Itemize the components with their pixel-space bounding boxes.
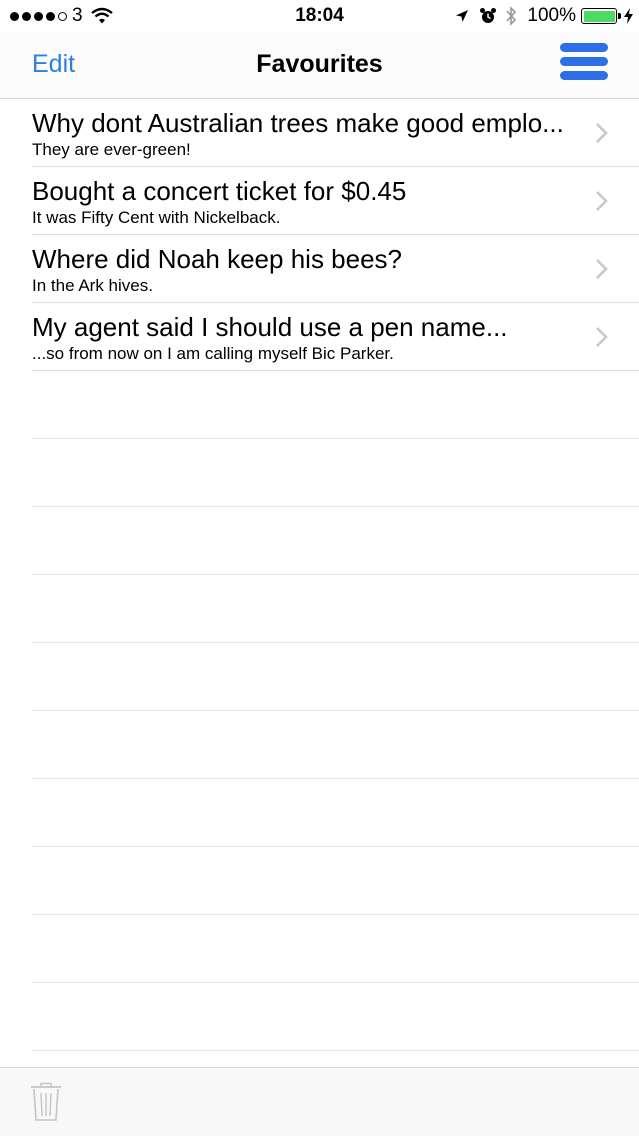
list-item[interactable]: My agent said I should use a pen name...… (32, 303, 639, 371)
empty-row (32, 371, 639, 439)
screen: 3 18:04 100% Edit Favourites Why dont Au… (0, 0, 639, 1136)
empty-row (32, 507, 639, 575)
favourites-list: Why dont Australian trees make good empl… (0, 99, 639, 1051)
list-item[interactable]: Why dont Australian trees make good empl… (32, 99, 639, 167)
chevron-right-icon (596, 123, 608, 143)
list-item-subtitle: It was Fifty Cent with Nickelback. (32, 208, 281, 227)
list-item-subtitle: ...so from now on I am calling myself Bi… (32, 344, 394, 363)
empty-row (32, 711, 639, 779)
list-item-title: Bought a concert ticket for $0.45 (32, 176, 407, 206)
list-item-subtitle: They are ever-green! (32, 140, 191, 159)
list-item-title: Where did Noah keep his bees? (32, 244, 403, 274)
empty-row (32, 575, 639, 643)
alarm-icon (480, 8, 497, 23)
charging-bolt-icon (624, 8, 633, 24)
empty-row (32, 847, 639, 915)
list-item-title: Why dont Australian trees make good empl… (32, 108, 564, 138)
chevron-right-icon (596, 191, 608, 211)
bottom-toolbar (0, 1067, 639, 1136)
chevron-right-icon (596, 259, 608, 279)
list-item[interactable]: Bought a concert ticket for $0.45 It was… (32, 167, 639, 235)
empty-row (32, 983, 639, 1051)
navigation-bar: Edit Favourites (0, 32, 639, 99)
battery-icon (581, 8, 621, 24)
chevron-right-icon (596, 327, 608, 347)
location-arrow-icon (456, 10, 469, 22)
list-item-subtitle: In the Ark hives. (32, 276, 153, 295)
bluetooth-icon (506, 6, 517, 26)
battery-percent: 100% (527, 5, 576, 26)
empty-row (32, 915, 639, 983)
status-bar: 3 18:04 100% (0, 0, 639, 32)
list-item[interactable]: Where did Noah keep his bees? In the Ark… (32, 235, 639, 303)
list-item-title: My agent said I should use a pen name... (32, 312, 508, 342)
trash-icon[interactable] (30, 1082, 62, 1122)
hamburger-menu-icon[interactable] (560, 43, 610, 83)
empty-row (32, 643, 639, 711)
empty-row (32, 439, 639, 507)
page-title: Favourites (256, 50, 383, 78)
empty-row (32, 779, 639, 847)
status-right: 100% (455, 5, 633, 27)
